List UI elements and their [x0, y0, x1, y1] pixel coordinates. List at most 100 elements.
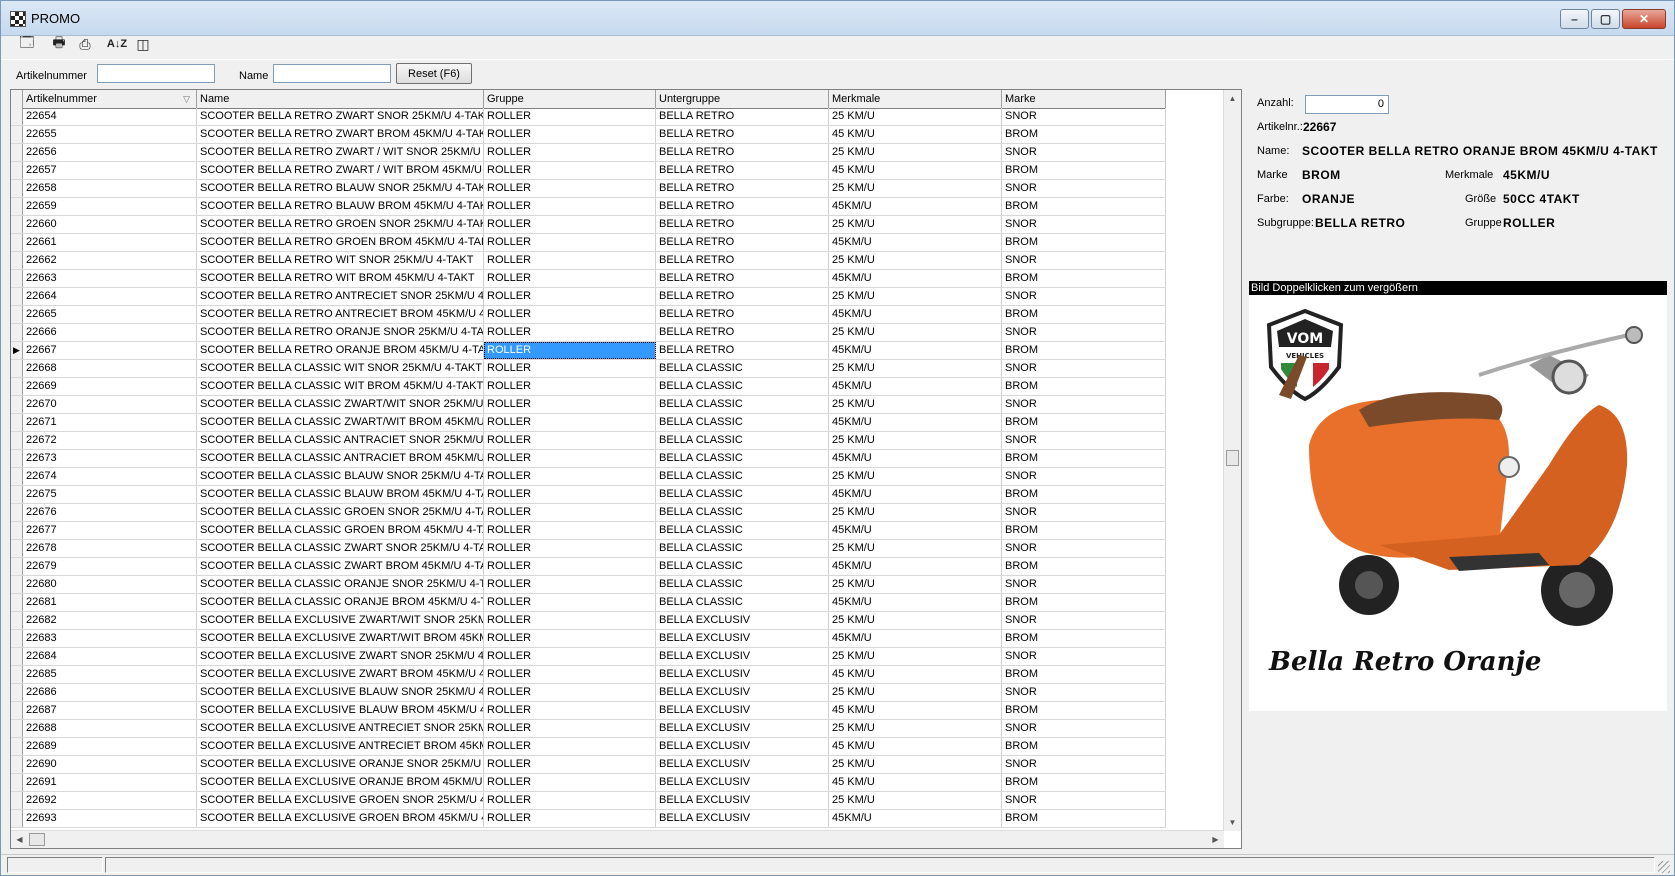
table-cell[interactable]: 22657 — [23, 162, 197, 179]
table-cell[interactable]: BELLA CLASSIC — [656, 450, 829, 467]
table-cell[interactable]: ROLLER — [484, 468, 656, 485]
table-row[interactable]: 22678 SCOOTER BELLA CLASSIC ZWART SNOR 25… — [11, 540, 1166, 558]
table-cell[interactable]: 45KM/U — [829, 558, 1002, 575]
table-row[interactable]: 22661 SCOOTER BELLA RETRO GROEN BROM 45KM… — [11, 234, 1166, 252]
resize-grip-icon[interactable] — [1658, 861, 1670, 873]
table-row[interactable]: 22669 SCOOTER BELLA CLASSIC WIT BROM 45KM… — [11, 378, 1166, 396]
table-cell[interactable]: 22676 — [23, 504, 197, 521]
table-cell[interactable]: BELLA EXCLUSIV — [656, 666, 829, 683]
table-cell[interactable]: 22674 — [23, 468, 197, 485]
artikelnummer-input[interactable] — [97, 64, 215, 83]
table-cell[interactable]: 45KM/U — [829, 378, 1002, 395]
table-cell[interactable]: BROM — [1002, 810, 1166, 827]
table-cell[interactable]: SCOOTER BELLA RETRO ANTRECIET SNOR 25KM/… — [197, 288, 484, 305]
row-indicator[interactable] — [11, 360, 23, 377]
table-row[interactable]: 22688 SCOOTER BELLA EXCLUSIVE ANTRECIET S… — [11, 720, 1166, 738]
table-cell[interactable]: SNOR — [1002, 504, 1166, 521]
table-cell[interactable]: ROLLER — [484, 720, 656, 737]
table-cell[interactable]: 22685 — [23, 666, 197, 683]
table-cell[interactable]: BELLA CLASSIC — [656, 468, 829, 485]
table-cell[interactable]: 22673 — [23, 450, 197, 467]
table-row[interactable]: 22671 SCOOTER BELLA CLASSIC ZWART/WIT BRO… — [11, 414, 1166, 432]
table-cell[interactable]: BELLA EXCLUSIV — [656, 720, 829, 737]
table-cell[interactable]: SCOOTER BELLA CLASSIC ZWART SNOR 25KM/U … — [197, 540, 484, 557]
table-cell[interactable]: SNOR — [1002, 576, 1166, 593]
table-cell[interactable]: BROM — [1002, 594, 1166, 611]
table-cell[interactable]: SCOOTER BELLA EXCLUSIVE ORANJE BROM 45KM… — [197, 774, 484, 791]
table-cell[interactable]: SCOOTER BELLA RETRO WIT SNOR 25KM/U 4-TA… — [197, 252, 484, 269]
table-cell[interactable]: ROLLER — [484, 270, 656, 287]
column-header-untergruppe[interactable]: Untergruppe — [656, 90, 829, 108]
table-cell[interactable]: BROM — [1002, 450, 1166, 467]
table-cell[interactable]: SCOOTER BELLA CLASSIC ZWART/WIT BROM 45K… — [197, 414, 484, 431]
row-indicator[interactable] — [11, 414, 23, 431]
table-cell[interactable]: BROM — [1002, 702, 1166, 719]
row-indicator[interactable] — [11, 108, 23, 125]
table-cell[interactable]: 25 KM/U — [829, 504, 1002, 521]
row-indicator[interactable] — [11, 630, 23, 647]
table-cell[interactable]: SNOR — [1002, 612, 1166, 629]
scroll-left-icon[interactable]: ◀ — [11, 831, 28, 848]
table-cell[interactable]: BROM — [1002, 774, 1166, 791]
table-cell[interactable]: SNOR — [1002, 324, 1166, 341]
table-row[interactable]: 22677 SCOOTER BELLA CLASSIC GROEN BROM 45… — [11, 522, 1166, 540]
table-cell[interactable]: 45KM/U — [829, 810, 1002, 827]
row-indicator[interactable] — [11, 270, 23, 287]
table-cell[interactable]: ROLLER — [484, 594, 656, 611]
table-cell[interactable]: SCOOTER BELLA RETRO GROEN BROM 45KM/U 4-… — [197, 234, 484, 251]
table-cell[interactable]: BELLA EXCLUSIV — [656, 774, 829, 791]
sort-button[interactable]: A↓Z — [105, 32, 129, 56]
table-cell[interactable]: ROLLER — [484, 774, 656, 791]
table-cell[interactable]: 25 KM/U — [829, 792, 1002, 809]
table-cell[interactable]: SCOOTER BELLA RETRO ORANJE BROM 45KM/U 4… — [197, 342, 484, 359]
table-row[interactable]: 22668 SCOOTER BELLA CLASSIC WIT SNOR 25KM… — [11, 360, 1166, 378]
row-indicator[interactable] — [11, 324, 23, 341]
table-cell[interactable]: BELLA RETRO — [656, 216, 829, 233]
table-cell[interactable]: BELLA RETRO — [656, 198, 829, 215]
table-cell[interactable]: 22658 — [23, 180, 197, 197]
table-cell[interactable]: BELLA RETRO — [656, 342, 829, 359]
filter-icon[interactable]: ▽ — [183, 90, 190, 108]
row-indicator[interactable] — [11, 306, 23, 323]
table-cell[interactable]: 22679 — [23, 558, 197, 575]
table-cell[interactable]: SCOOTER BELLA CLASSIC ZWART/WIT SNOR 25K… — [197, 396, 484, 413]
table-cell[interactable]: SCOOTER BELLA EXCLUSIVE ZWART/WIT SNOR 2… — [197, 612, 484, 629]
row-indicator[interactable] — [11, 252, 23, 269]
table-cell[interactable]: SNOR — [1002, 468, 1166, 485]
table-cell[interactable]: ROLLER — [484, 522, 656, 539]
table-cell[interactable]: ROLLER — [484, 576, 656, 593]
table-row[interactable]: 22672 SCOOTER BELLA CLASSIC ANTRACIET SNO… — [11, 432, 1166, 450]
table-cell[interactable]: 22659 — [23, 198, 197, 215]
row-indicator[interactable] — [11, 612, 23, 629]
table-cell[interactable]: SNOR — [1002, 432, 1166, 449]
table-cell[interactable]: BELLA RETRO — [656, 126, 829, 143]
table-cell[interactable]: 45KM/U — [829, 342, 1002, 359]
table-cell[interactable]: SNOR — [1002, 540, 1166, 557]
table-cell[interactable]: BELLA EXCLUSIV — [656, 810, 829, 827]
table-cell[interactable]: SCOOTER BELLA CLASSIC ANTRACIET SNOR 25K… — [197, 432, 484, 449]
table-cell[interactable]: SCOOTER BELLA EXCLUSIVE ZWART BROM 45KM/… — [197, 666, 484, 683]
table-row[interactable]: 22690 SCOOTER BELLA EXCLUSIVE ORANJE SNOR… — [11, 756, 1166, 774]
table-row[interactable]: 22659 SCOOTER BELLA RETRO BLAUW BROM 45KM… — [11, 198, 1166, 216]
table-cell[interactable]: BELLA EXCLUSIV — [656, 792, 829, 809]
table-cell[interactable]: SCOOTER BELLA EXCLUSIVE GROEN BROM 45KM/… — [197, 810, 484, 827]
table-cell[interactable]: ROLLER — [484, 126, 656, 143]
table-cell[interactable]: ROLLER — [484, 252, 656, 269]
table-cell[interactable]: 22683 — [23, 630, 197, 647]
table-cell[interactable]: BELLA RETRO — [656, 234, 829, 251]
table-cell[interactable]: BROM — [1002, 342, 1166, 359]
row-indicator[interactable] — [11, 396, 23, 413]
table-cell[interactable]: 22672 — [23, 432, 197, 449]
table-cell[interactable]: BELLA CLASSIC — [656, 486, 829, 503]
table-cell[interactable]: 25 KM/U — [829, 432, 1002, 449]
table-cell[interactable]: ROLLER — [484, 738, 656, 755]
columns-button[interactable]: ◫ — [131, 32, 155, 56]
row-indicator[interactable] — [11, 720, 23, 737]
table-cell[interactable]: BELLA CLASSIC — [656, 522, 829, 539]
table-cell[interactable]: ROLLER — [484, 180, 656, 197]
close-button[interactable]: ✕ — [1622, 9, 1666, 29]
table-cell[interactable]: BELLA RETRO — [656, 162, 829, 179]
row-indicator[interactable] — [11, 288, 23, 305]
table-cell[interactable]: 25 KM/U — [829, 324, 1002, 341]
table-cell[interactable]: 22668 — [23, 360, 197, 377]
